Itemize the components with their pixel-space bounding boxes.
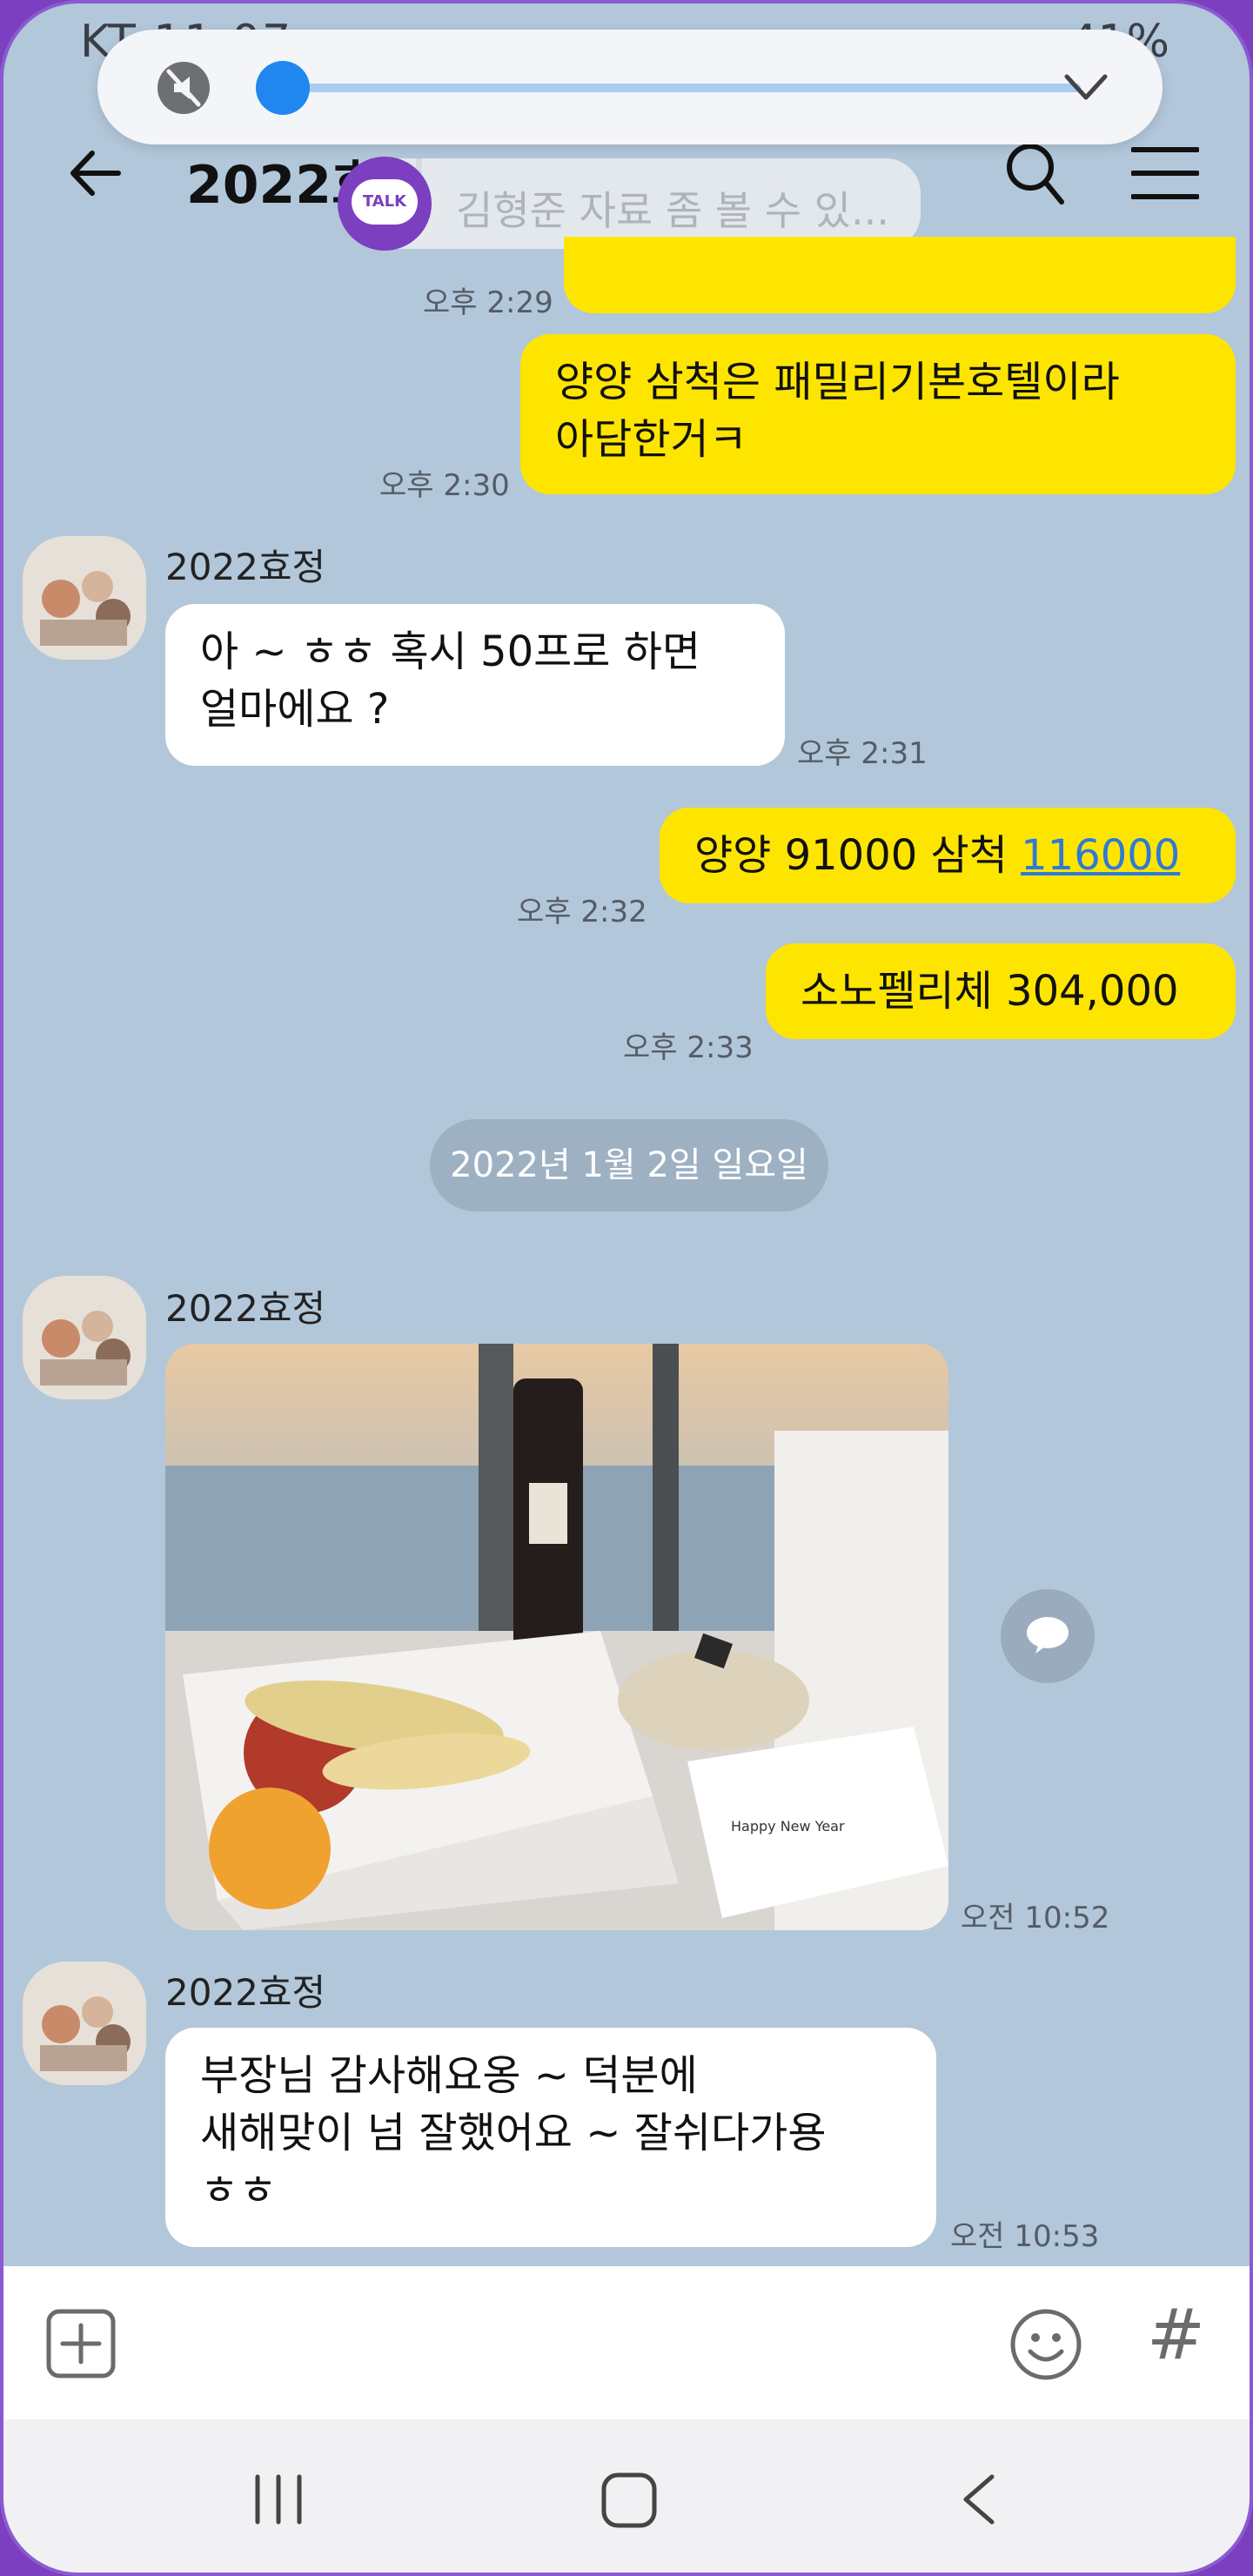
nav-back-icon[interactable] <box>957 2472 1001 2527</box>
card-text: Happy New Year <box>731 1818 845 1835</box>
message-time: 오후 2:29 <box>423 285 553 320</box>
message-text: 양양 91000 삼척 <box>694 831 1022 880</box>
plus-icon[interactable] <box>45 2308 117 2379</box>
message-time: 오전 10:52 <box>961 1901 1110 1935</box>
message-bubble-outgoing[interactable]: 양양 91000 삼척 116000 <box>660 808 1236 903</box>
sender-name: 2022효정 <box>165 1287 326 1330</box>
volume-panel <box>97 30 1163 144</box>
message-time: 오후 2:32 <box>517 895 647 929</box>
hashtag-button[interactable]: # <box>1147 2294 1205 2375</box>
volume-slider-knob[interactable] <box>256 61 310 115</box>
emoji-icon[interactable] <box>1009 2308 1082 2381</box>
kakaotalk-icon[interactable]: TALK <box>338 157 432 251</box>
message-text-line: 아담한거ㅋ <box>555 415 747 464</box>
share-button[interactable] <box>1001 1589 1095 1683</box>
sender-name: 2022효정 <box>165 1971 326 2014</box>
message-text: 소노펠리체 304,000 <box>801 967 1179 1016</box>
message-text-line: 양양 삼척은 패밀리기본호텔이라 <box>555 358 1120 406</box>
message-time: 오후 2:33 <box>623 1030 754 1065</box>
mute-icon[interactable] <box>157 61 211 115</box>
message-time: 오전 10:53 <box>950 2219 1100 2254</box>
message-bubble-outgoing[interactable]: 소노펠리체 304,000 <box>766 943 1236 1039</box>
search-icon[interactable] <box>1004 139 1065 207</box>
share-bubble-icon <box>1027 1617 1069 1654</box>
message-time: 오후 2:30 <box>379 468 510 503</box>
recent-apps-icon[interactable] <box>251 2472 306 2527</box>
sender-name: 2022효정 <box>165 546 326 588</box>
avatar[interactable] <box>23 536 146 660</box>
message-text-line: ㅎㅎ <box>200 2166 278 2215</box>
photo-attachment[interactable]: Happy New Year <box>165 1344 948 1930</box>
message-text-line: 얼마에요 ? <box>200 685 390 734</box>
message-text-line: 새해맞이 넘 잘했어요 ~ 잘쉬다가용 <box>200 2109 827 2157</box>
talk-label: TALK <box>352 179 418 225</box>
message-bubble-incoming[interactable]: 아 ~ ㅎㅎ 혹시 50프로 하면 얼마에요 ? <box>165 604 785 766</box>
input-bar[interactable]: # <box>3 2266 1250 2419</box>
message-bubble-outgoing[interactable]: 양양 삼척은 패밀리기본호텔이라 아담한거ㅋ <box>520 334 1236 494</box>
message-text-line: 아 ~ ㅎㅎ 혹시 50프로 하면 <box>200 627 701 676</box>
date-divider: 2022년 1월 2일 일요일 <box>430 1119 828 1211</box>
message-bubble-incoming[interactable]: 부장님 감사해요옹 ~ 덕분에 새해맞이 넘 잘했어요 ~ 잘쉬다가용 ㅎㅎ <box>165 2028 936 2247</box>
home-icon[interactable] <box>600 2472 658 2529</box>
volume-slider-track[interactable] <box>280 84 1081 92</box>
system-nav-bar <box>3 2419 1250 2573</box>
phone-screen: KT 11:07 41% 2022효정 김형준 자료 좀 볼 수 있... <box>0 0 1253 2576</box>
phone-number-link[interactable]: 116000 <box>1021 831 1180 880</box>
avatar[interactable] <box>23 1276 146 1399</box>
message-bubble-outgoing[interactable] <box>564 237 1236 313</box>
chevron-down-icon[interactable] <box>1063 70 1109 104</box>
message-text-line: 부장님 감사해요옹 ~ 덕분에 <box>200 2051 698 2100</box>
menu-icon[interactable] <box>1131 146 1199 200</box>
message-time: 오후 2:31 <box>797 736 928 771</box>
back-arrow-icon[interactable] <box>64 143 125 204</box>
notification-text: 김형준 자료 좀 볼 수 있... <box>456 187 889 234</box>
avatar[interactable] <box>23 1962 146 2085</box>
